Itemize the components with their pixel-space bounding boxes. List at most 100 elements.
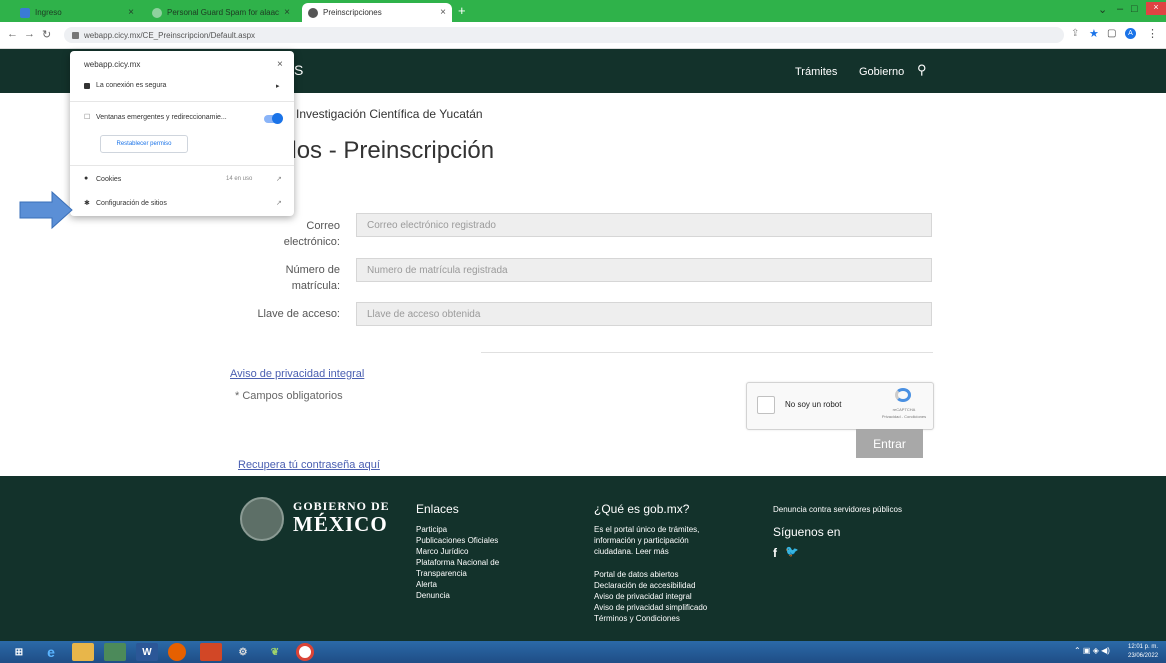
required-note: * Campos obligatorios: [235, 390, 343, 402]
chrome-icon[interactable]: [296, 643, 314, 661]
tab-personal-guard[interactable]: Personal Guard Spam for alaacc ×: [146, 3, 296, 22]
reload-icon[interactable]: ↻: [42, 28, 51, 41]
divider: [70, 165, 294, 166]
gob-text-line: Es el portal único de trámites,: [594, 525, 700, 534]
file-explorer-icon[interactable]: [72, 643, 94, 661]
maximize-icon[interactable]: □: [1131, 3, 1138, 15]
matricula-field[interactable]: Numero de matrícula registrada: [356, 258, 932, 282]
green-app-icon: [20, 7, 30, 18]
close-window-icon[interactable]: ×: [1146, 2, 1166, 15]
footer-link[interactable]: Términos y Condiciones: [594, 613, 707, 624]
access-key-field[interactable]: Llave de acceso obtenida: [356, 302, 932, 326]
system-tray-icons[interactable]: ⌃ ▣ ◈ ◀): [1074, 646, 1110, 655]
key-label: Llave de acceso:: [257, 308, 340, 320]
new-tab-icon[interactable]: +: [458, 3, 466, 18]
footer-link[interactable]: Alerta: [416, 579, 499, 590]
close-icon[interactable]: ×: [128, 7, 134, 18]
toggle-knob: [272, 113, 283, 124]
popups-toggle[interactable]: [264, 113, 283, 124]
reset-permission-button[interactable]: Restablecer permiso: [100, 135, 188, 153]
footer-link[interactable]: Plataforma Nacional de: [416, 557, 499, 568]
globe-icon: [308, 7, 318, 18]
page-title: rados - Preinscripción: [262, 137, 495, 164]
forward-icon[interactable]: →: [24, 28, 35, 40]
site-settings-link[interactable]: Configuración de sitios: [96, 200, 167, 207]
footer-link[interactable]: Aviso de privacidad integral: [594, 591, 707, 602]
mexico-seal-icon: [240, 497, 284, 541]
tab-preinscripciones[interactable]: Preinscripciones ×: [302, 3, 452, 22]
gob-text-line[interactable]: ciudadana. Leer más: [594, 546, 699, 557]
links-list: Participa Publicaciones Oficiales Marco …: [416, 524, 499, 601]
recaptcha-label: No soy un robot: [785, 400, 842, 409]
word-icon[interactable]: W: [136, 643, 158, 661]
profile-avatar[interactable]: A: [1125, 28, 1136, 39]
lock-icon: [84, 83, 90, 89]
url-input[interactable]: webapp.cicy.mx/CE_Preinscripcion/Default…: [64, 27, 1064, 43]
submit-button[interactable]: Entrar: [856, 429, 923, 458]
recaptcha-terms[interactable]: Privacidad - Condiciones: [879, 414, 929, 420]
extensions-icon[interactable]: ▢: [1107, 28, 1116, 39]
menu-icon[interactable]: ⋮: [1147, 27, 1158, 40]
gob-description: Es el portal único de trámites, informac…: [594, 524, 699, 557]
footer-link[interactable]: Transparencia: [416, 568, 499, 579]
external-link-icon[interactable]: ↗: [276, 175, 282, 183]
firefox-icon[interactable]: [168, 643, 186, 661]
divider: [481, 352, 933, 353]
photo-app-icon[interactable]: [104, 643, 126, 661]
logo-main-text: MÉXICO: [293, 512, 388, 536]
powerpoint-icon[interactable]: [200, 643, 222, 661]
tab-ingreso[interactable]: Ingreso ×: [14, 3, 140, 22]
windows-start-icon[interactable]: ⊞: [8, 643, 30, 661]
recover-password-link[interactable]: Recupera tú contraseña aquí: [238, 459, 380, 471]
recaptcha-widget: No soy un robot reCAPTCHA Privacidad - C…: [746, 382, 934, 430]
chevron-right-icon[interactable]: ▸: [276, 82, 280, 90]
recaptcha-brand: reCAPTCHA: [892, 407, 916, 412]
footer-link[interactable]: Participa: [416, 524, 499, 535]
recaptcha-checkbox[interactable]: [757, 396, 775, 414]
gob-links: Portal de datos abiertos Declaración de …: [594, 569, 707, 624]
close-icon[interactable]: ×: [277, 59, 283, 70]
connection-secure[interactable]: La conexión es segura: [96, 82, 166, 89]
gear-icon: ✱: [84, 200, 90, 207]
email-label: Correo electrónico:: [283, 220, 340, 248]
close-icon[interactable]: ×: [284, 7, 290, 18]
follow-heading: Síguenos en: [773, 525, 841, 539]
minimize-icon[interactable]: –: [1117, 3, 1123, 15]
footer-link[interactable]: Declaración de accesibilidad: [594, 580, 707, 591]
email-field[interactable]: Correo electrónico registrado: [356, 213, 932, 237]
footer-link[interactable]: Marco Jurídico: [416, 546, 499, 557]
back-icon[interactable]: ←: [7, 28, 18, 40]
footer-link[interactable]: Aviso de privacidad simplificado: [594, 602, 707, 613]
privacy-link[interactable]: Aviso de privacidad integral: [230, 368, 364, 380]
search-icon[interactable]: ⚲: [917, 62, 927, 78]
tool-app-icon[interactable]: ⚙: [232, 643, 254, 661]
matricula-label: Número de matrícula:: [285, 264, 340, 292]
internet-explorer-icon[interactable]: e: [40, 643, 62, 661]
cookie-icon: ●: [84, 175, 89, 182]
twitter-icon[interactable]: 🐦: [785, 545, 799, 558]
divider: [70, 101, 294, 102]
cookies-label[interactable]: Cookies: [96, 176, 121, 183]
popup-window-icon: ☐: [84, 114, 91, 121]
cookies-status: 14 en uso: [226, 176, 253, 182]
tab-title: Personal Guard Spam for alaacc: [167, 8, 279, 17]
close-icon[interactable]: ×: [440, 7, 446, 18]
breadcrumb: Investigación Científica de Yucatán: [296, 107, 483, 121]
external-link-icon[interactable]: ↗: [276, 199, 282, 207]
footer-link[interactable]: Publicaciones Oficiales: [416, 535, 499, 546]
links-heading: Enlaces: [416, 502, 459, 516]
tab-title: Preinscripciones: [323, 8, 382, 17]
nav-gobierno[interactable]: Gobierno: [859, 66, 904, 78]
denuncia-link[interactable]: Denuncia contra servidores públicos: [773, 504, 902, 515]
leaf-app-icon[interactable]: ❦: [264, 643, 286, 661]
facebook-icon[interactable]: f: [773, 546, 777, 560]
gob-heading: ¿Qué es gob.mx?: [594, 502, 690, 516]
chevron-down-icon[interactable]: ⌄: [1098, 3, 1107, 16]
lock-icon[interactable]: [72, 31, 79, 39]
nav-tramites[interactable]: Trámites: [795, 66, 837, 78]
bookmark-star-icon[interactable]: ★: [1089, 27, 1099, 40]
footer-link[interactable]: Portal de datos abiertos: [594, 569, 707, 580]
footer-link[interactable]: Denuncia: [416, 590, 499, 601]
site-info-popup: webapp.cicy.mx × La conexión es segura ▸…: [70, 51, 294, 216]
share-icon[interactable]: ⇪: [1071, 28, 1079, 39]
